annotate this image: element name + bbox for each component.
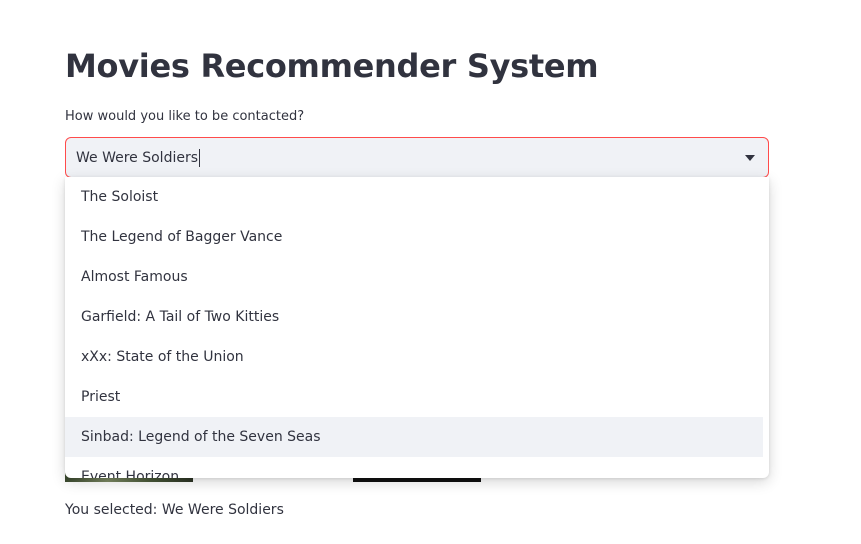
dropdown-option[interactable]: Event Horizon bbox=[65, 457, 763, 478]
dropdown-option[interactable]: xXx: State of the Union bbox=[65, 337, 763, 377]
selection-result-text: You selected: We Were Soldiers bbox=[65, 502, 284, 518]
dropdown-option[interactable]: Priest bbox=[65, 377, 763, 417]
dropdown-option[interactable]: Almost Famous bbox=[65, 257, 763, 297]
app-page: Movies Recommender System How would you … bbox=[0, 0, 861, 544]
dropdown-option[interactable]: Garfield: A Tail of Two Kitties bbox=[65, 297, 763, 337]
page-title: Movies Recommender System bbox=[65, 47, 599, 85]
selectbox-input-text[interactable]: We Were Soldiers bbox=[76, 150, 198, 166]
text-cursor bbox=[199, 148, 201, 167]
dropdown-option[interactable]: The Legend of Bagger Vance bbox=[65, 217, 763, 257]
movie-selectbox[interactable]: We Were Soldiers bbox=[65, 137, 769, 178]
selectbox-label: How would you like to be contacted? bbox=[65, 109, 305, 124]
dropdown-option-highlighted[interactable]: Sinbad: Legend of the Seven Seas bbox=[65, 417, 763, 457]
dropdown-option[interactable]: The Soloist bbox=[65, 177, 763, 217]
dropdown-scrollbar[interactable] bbox=[763, 177, 769, 478]
chevron-down-icon[interactable] bbox=[745, 155, 755, 161]
selectbox-dropdown-list[interactable]: The Soloist The Legend of Bagger Vance A… bbox=[65, 177, 769, 478]
